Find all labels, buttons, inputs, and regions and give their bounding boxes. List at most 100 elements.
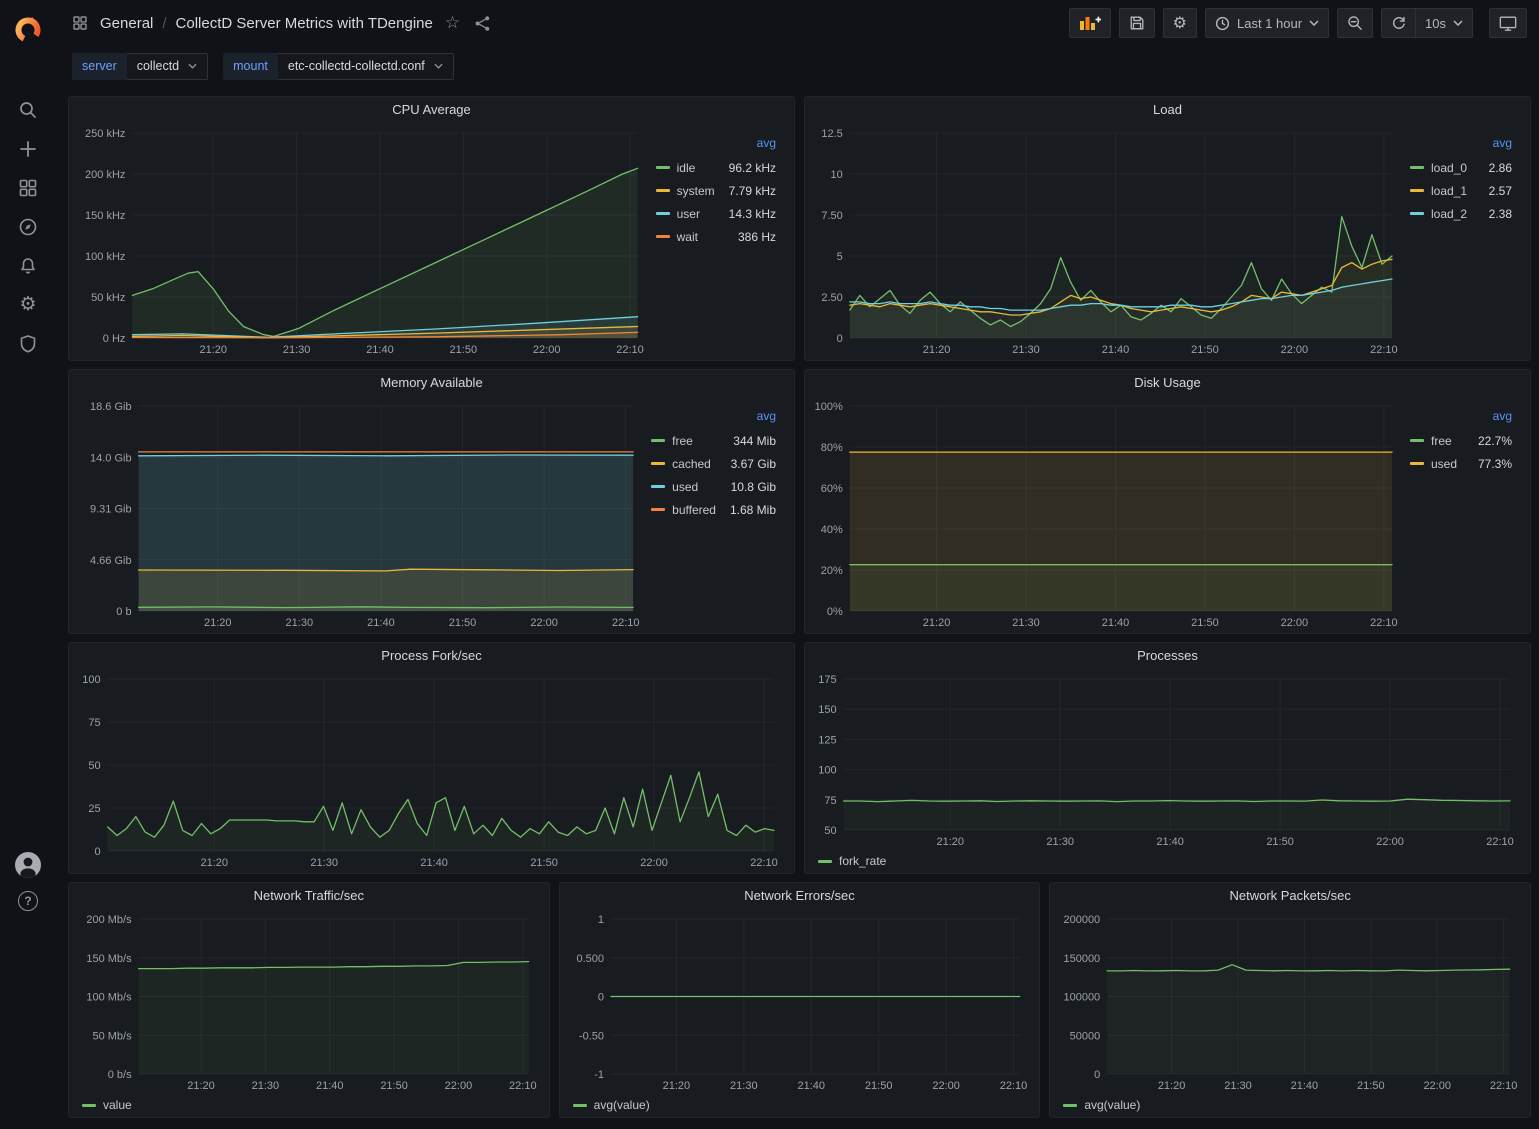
panel-disk-usage: Disk Usage 100%80%60%40%20%0%21:2021:302… (804, 369, 1531, 634)
series-color-swatch (1410, 189, 1424, 193)
svg-text:21:50: 21:50 (450, 344, 478, 356)
panel-network-errors: Network Errors/sec 10.5000-0.50-121:2021… (559, 882, 1041, 1118)
monitor-icon (1499, 15, 1517, 32)
cpu-average-legend: avgidle96.2 kHzsystem7.79 kHzuser14.3 kH… (650, 123, 786, 358)
panel-title[interactable]: Network Packets/sec (1050, 883, 1530, 909)
legend-item-load_0[interactable]: load_02.86 (1410, 156, 1512, 179)
legend-item-used[interactable]: used10.8 Gib (651, 475, 776, 498)
svg-text:9.31 Gib: 9.31 Gib (90, 504, 132, 516)
breadcrumb: General / CollectD Server Metrics with T… (100, 15, 433, 32)
refresh-button-group: 10s (1381, 8, 1473, 38)
svg-text:21:20: 21:20 (923, 344, 951, 356)
sidebar-item-search[interactable] (0, 90, 56, 129)
sidebar-item-explore[interactable] (0, 207, 56, 246)
legend-item-wait[interactable]: wait386 Hz (656, 225, 776, 248)
panel-title[interactable]: Processes (805, 643, 1530, 669)
legend-item-free[interactable]: free344 Mib (651, 429, 776, 452)
svg-text:21:20: 21:20 (199, 344, 227, 356)
refresh-interval-button[interactable]: 10s (1416, 8, 1473, 38)
variable-mount-dropdown[interactable]: etc-collectd-collectd.conf (278, 53, 454, 80)
series-color-swatch (651, 485, 665, 489)
process-fork-chart[interactable]: 100755025021:2021:3021:4021:5022:0022:10 (77, 669, 786, 871)
svg-text:125: 125 (818, 734, 836, 746)
disk-usage-chart[interactable]: 100%80%60%40%20%0%21:2021:3021:4021:5022… (813, 396, 1404, 631)
svg-text:22:10: 22:10 (1370, 617, 1398, 629)
save-dashboard-button[interactable] (1119, 8, 1155, 38)
svg-text:21:50: 21:50 (1191, 617, 1219, 629)
sidebar-item-configuration[interactable]: ⚙ (0, 285, 56, 324)
svg-text:21:50: 21:50 (1266, 836, 1294, 848)
breadcrumb-folder[interactable]: General (100, 15, 153, 32)
svg-text:0%: 0% (827, 606, 843, 618)
sidebar-item-alerting[interactable] (0, 246, 56, 285)
add-panel-button[interactable] (1069, 8, 1111, 38)
svg-text:22:10: 22:10 (612, 617, 640, 629)
legend-item-load_2[interactable]: load_22.38 (1410, 202, 1512, 225)
svg-text:200 kHz: 200 kHz (85, 169, 125, 181)
help-icon: ? (18, 891, 38, 911)
dashboard-settings-button[interactable]: ⚙ (1163, 8, 1197, 38)
panel-title[interactable]: Memory Available (69, 370, 794, 396)
zoom-out-icon (1347, 15, 1363, 31)
chevron-down-icon (1309, 20, 1319, 26)
panel-title[interactable]: Load (805, 97, 1530, 123)
legend-item-load_1[interactable]: load_12.57 (1410, 179, 1512, 202)
legend-item-avg(value)[interactable]: avg(value) (573, 1098, 650, 1112)
legend-item-idle[interactable]: idle96.2 kHz (656, 156, 776, 179)
network-errors-chart[interactable]: 10.5000-0.50-121:2021:3021:4021:5022:002… (568, 909, 1032, 1094)
legend-item-fork_rate[interactable]: fork_rate (818, 854, 886, 868)
panel-title[interactable]: Disk Usage (805, 370, 1530, 396)
svg-text:21:20: 21:20 (923, 617, 951, 629)
memory-available-chart[interactable]: 18.6 Gib14.0 Gib9.31 Gib4.66 Gib0 b21:20… (77, 396, 645, 631)
cycle-view-button[interactable] (1489, 8, 1527, 38)
svg-text:21:30: 21:30 (252, 1080, 280, 1092)
panel-title[interactable]: CPU Average (69, 97, 794, 123)
sidebar-item-create[interactable] (0, 129, 56, 168)
svg-text:50: 50 (88, 760, 100, 772)
cpu-average-chart[interactable]: 250 kHz200 kHz150 kHz100 kHz50 kHz0 Hz21… (77, 123, 650, 358)
legend-item-value[interactable]: value (82, 1098, 132, 1112)
legend-item-avg(value)[interactable]: avg(value) (1063, 1098, 1140, 1112)
svg-text:21:30: 21:30 (286, 617, 314, 629)
legend-item-user[interactable]: user14.3 kHz (656, 202, 776, 225)
svg-text:50 Mb/s: 50 Mb/s (92, 1030, 132, 1042)
legend-item-free[interactable]: free22.7% (1410, 429, 1512, 452)
grafana-logo-icon (14, 15, 42, 43)
clock-icon (1215, 16, 1230, 31)
processes-chart[interactable]: 175150125100755021:2021:3021:4021:5022:0… (813, 669, 1522, 850)
time-range-button[interactable]: Last 1 hour (1205, 8, 1329, 38)
person-icon (15, 852, 41, 878)
zoom-out-button[interactable] (1337, 8, 1373, 38)
share-button[interactable] (472, 13, 493, 34)
sidebar-item-server-admin[interactable] (0, 324, 56, 363)
sidebar-item-dashboards[interactable] (0, 168, 56, 207)
load-chart[interactable]: 12.5107.5052.50021:2021:3021:4021:5022:0… (813, 123, 1404, 358)
legend-item-system[interactable]: system7.79 kHz (656, 179, 776, 202)
series-color-swatch (1063, 1104, 1077, 1107)
variable-server-dropdown[interactable]: collectd (127, 53, 208, 80)
series-color-swatch (82, 1104, 96, 1107)
avatar (15, 852, 41, 878)
legend-item-buffered[interactable]: buffered1.68 Mib (651, 498, 776, 521)
svg-text:21:20: 21:20 (200, 857, 228, 869)
panel-title[interactable]: Network Traffic/sec (69, 883, 549, 909)
chevron-down-icon (434, 63, 443, 69)
panel-title[interactable]: Process Fork/sec (69, 643, 794, 669)
network-traffic-chart[interactable]: 200 Mb/s150 Mb/s100 Mb/s50 Mb/s0 b/s21:2… (77, 909, 541, 1094)
refresh-button[interactable] (1381, 8, 1416, 38)
svg-text:200 Mb/s: 200 Mb/s (86, 914, 132, 926)
favorite-star-button[interactable]: ☆ (443, 13, 462, 34)
breadcrumb-dashboard-title[interactable]: CollectD Server Metrics with TDengine (176, 15, 433, 32)
panel-title[interactable]: Network Errors/sec (560, 883, 1040, 909)
legend-item-used[interactable]: used77.3% (1410, 452, 1512, 475)
sidebar-item-help[interactable]: ? (18, 891, 38, 911)
legend-avg-header: avg (656, 136, 776, 156)
series-color-swatch (651, 462, 665, 466)
network-packets-chart[interactable]: 20000015000010000050000021:2021:3021:402… (1058, 909, 1522, 1094)
navbar: General / CollectD Server Metrics with T… (56, 0, 1539, 46)
svg-text:21:30: 21:30 (283, 344, 311, 356)
legend-item-cached[interactable]: cached3.67 Gib (651, 452, 776, 475)
grafana-logo[interactable] (0, 9, 56, 48)
user-avatar[interactable] (15, 852, 41, 878)
network-packets-legend: avg(value) (1050, 1096, 1530, 1117)
